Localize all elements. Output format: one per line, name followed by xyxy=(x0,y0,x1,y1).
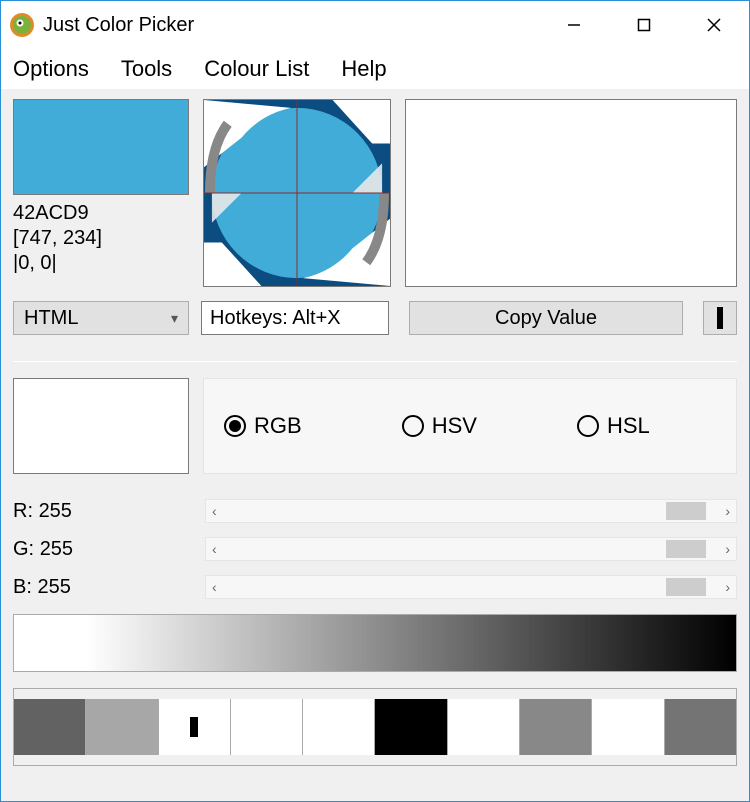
palette-row xyxy=(13,688,737,766)
maximize-button[interactable] xyxy=(609,1,679,49)
chevron-down-icon: ▾ xyxy=(171,310,178,327)
b-slider[interactable]: ‹ › xyxy=(205,575,737,599)
radio-icon xyxy=(224,415,246,437)
mode-hsl-label: HSL xyxy=(607,413,650,439)
b-channel-label: B: 255 xyxy=(13,576,205,599)
r-slider[interactable]: ‹ › xyxy=(205,499,737,523)
mode-hsl-radio[interactable]: HSL xyxy=(577,413,650,439)
arrow-right-icon[interactable]: › xyxy=(725,541,730,557)
palette-cell[interactable] xyxy=(86,699,158,755)
palette-marker-icon xyxy=(190,717,198,737)
client-area: 42ACD9 [747, 234] |0, 0| xyxy=(1,89,749,778)
mode-hsv-label: HSV xyxy=(432,413,477,439)
slider-thumb[interactable] xyxy=(666,540,706,558)
r-channel-label: R: 255 xyxy=(13,500,205,523)
channel-sliders: R: 255 ‹ › G: 255 ‹ › B: 255 ‹ xyxy=(13,496,737,602)
copy-value-button[interactable]: Copy Value xyxy=(409,301,683,335)
g-slider[interactable]: ‹ › xyxy=(205,537,737,561)
menu-help[interactable]: Help xyxy=(337,52,390,86)
arrow-left-icon[interactable]: ‹ xyxy=(212,541,217,557)
palette-cell[interactable] xyxy=(303,699,375,755)
magnifier-preview xyxy=(203,99,391,287)
separator xyxy=(13,361,737,362)
format-selected-label: HTML xyxy=(24,307,78,330)
close-button[interactable] xyxy=(679,1,749,49)
hotkey-display[interactable]: Hotkeys: Alt+X xyxy=(201,301,389,335)
palette-cell[interactable] xyxy=(375,699,447,755)
gradient-bar[interactable] xyxy=(13,614,737,672)
picked-color-info: 42ACD9 [747, 234] |0, 0| xyxy=(13,201,189,276)
radio-icon xyxy=(577,415,599,437)
format-select[interactable]: HTML ▾ xyxy=(13,301,189,335)
radio-icon xyxy=(402,415,424,437)
palette-cell[interactable] xyxy=(14,699,86,755)
arrow-right-icon[interactable]: › xyxy=(725,579,730,595)
edit-color-swatch[interactable] xyxy=(13,378,189,474)
contrast-indicator[interactable] xyxy=(703,301,737,335)
menu-options[interactable]: Options xyxy=(9,52,93,86)
arrow-right-icon[interactable]: › xyxy=(725,503,730,519)
slider-thumb[interactable] xyxy=(666,502,706,520)
arrow-left-icon[interactable]: ‹ xyxy=(212,503,217,519)
color-mode-panel: RGB HSV HSL xyxy=(203,378,737,474)
menu-tools[interactable]: Tools xyxy=(117,52,176,86)
slider-thumb[interactable] xyxy=(666,578,706,596)
picked-delta: |0, 0| xyxy=(13,251,189,276)
picked-color-swatch xyxy=(13,99,189,195)
app-icon xyxy=(9,12,35,38)
menu-bar: Options Tools Colour List Help xyxy=(1,49,749,89)
mode-rgb-label: RGB xyxy=(254,413,302,439)
minimize-button[interactable] xyxy=(539,1,609,49)
palette-cell[interactable] xyxy=(665,699,736,755)
mode-hsv-radio[interactable]: HSV xyxy=(402,413,477,439)
palette-cell[interactable] xyxy=(159,699,231,755)
palette-cell[interactable] xyxy=(448,699,520,755)
mode-rgb-radio[interactable]: RGB xyxy=(224,413,302,439)
window-title: Just Color Picker xyxy=(43,14,194,37)
g-channel-label: G: 255 xyxy=(13,538,205,561)
picked-coords: [747, 234] xyxy=(13,226,189,251)
colour-list-pane[interactable] xyxy=(405,99,737,287)
palette-cell[interactable] xyxy=(592,699,664,755)
picked-hex: 42ACD9 xyxy=(13,201,189,226)
palette-cell[interactable] xyxy=(231,699,303,755)
arrow-left-icon[interactable]: ‹ xyxy=(212,579,217,595)
title-bar: Just Color Picker xyxy=(1,1,749,49)
palette-cell[interactable] xyxy=(520,699,592,755)
menu-colour-list[interactable]: Colour List xyxy=(200,52,313,86)
contrast-bar-icon xyxy=(717,307,723,329)
